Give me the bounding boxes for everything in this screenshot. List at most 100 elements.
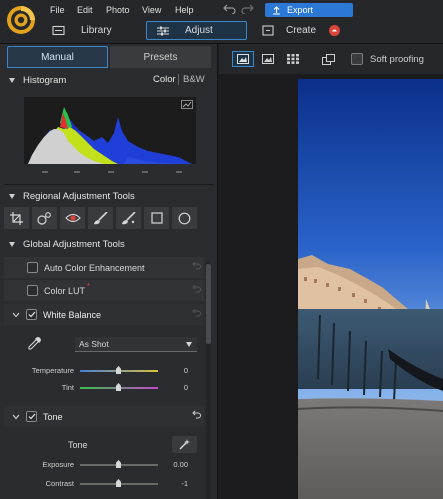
tint-label: Tint <box>61 383 74 392</box>
graduated-filter-icon[interactable] <box>144 207 169 229</box>
compare-view-button[interactable] <box>257 51 279 67</box>
photo-preview <box>298 79 443 499</box>
top-bar: File Edit Photo View Help Export Library… <box>0 0 443 44</box>
auto-tone-button[interactable] <box>172 436 197 453</box>
dropdown-arrow-icon <box>186 342 192 347</box>
menu-help[interactable]: Help <box>175 5 194 15</box>
grid-icon <box>287 54 299 64</box>
histogram-color-toggle[interactable]: Color <box>153 74 176 85</box>
eyedropper-icon[interactable] <box>28 337 41 350</box>
section-divider <box>4 184 214 185</box>
adjust-label: Adjust <box>185 25 213 36</box>
color-lut-label: Color LUT <box>44 285 86 296</box>
tab-manual[interactable]: Manual <box>7 46 108 68</box>
export-label: Export <box>287 5 314 15</box>
reset-icon[interactable] <box>192 284 201 293</box>
undo-icon[interactable] <box>223 4 236 14</box>
tone-checkbox[interactable] <box>26 411 37 422</box>
color-lut-row[interactable]: Color LUT * <box>4 280 204 301</box>
regional-tools-header[interactable]: Regional Adjustment Tools <box>0 186 215 206</box>
panel-scrollbar-thumb[interactable] <box>206 264 211 344</box>
adjustment-brush-icon[interactable] <box>88 207 113 229</box>
tint-value: 0 <box>183 383 188 392</box>
exposure-value: 0.00 <box>173 460 188 469</box>
tab-presets[interactable]: Presets <box>110 46 211 68</box>
export-button[interactable]: Export <box>265 3 353 17</box>
chevron-down-icon[interactable] <box>12 312 20 318</box>
rotate-icon <box>321 53 335 65</box>
checkmark-icon <box>28 311 35 318</box>
soft-proofing-checkbox[interactable] <box>351 53 363 65</box>
notification-icon[interactable] <box>329 25 340 36</box>
temperature-value: 0 <box>183 366 188 375</box>
auto-color-row[interactable]: Auto Color Enhancement <box>4 257 204 278</box>
create-label: Create <box>286 25 317 36</box>
exposure-slider-thumb[interactable] <box>116 460 121 468</box>
tone-sublabel: Tone <box>68 440 88 450</box>
contrast-slider-thumb[interactable] <box>116 479 121 487</box>
radial-filter-icon[interactable] <box>172 207 197 229</box>
create-icon <box>262 25 274 36</box>
menu-edit[interactable]: Edit <box>77 5 93 15</box>
histogram-chart <box>24 97 196 164</box>
white-balance-label: White Balance <box>43 309 102 320</box>
global-tools-title: Global Adjustment Tools <box>23 238 125 250</box>
tone-header[interactable]: Tone <box>4 406 204 427</box>
image-view-icon <box>262 54 274 64</box>
auto-color-label: Auto Color Enhancement <box>44 262 145 273</box>
soft-proofing-toggle[interactable]: Soft proofing <box>351 51 424 67</box>
white-balance-header[interactable]: White Balance <box>4 304 204 325</box>
tone-label: Tone <box>43 411 63 422</box>
single-view-button[interactable] <box>232 51 254 67</box>
global-tools-header[interactable]: Global Adjustment Tools <box>0 234 215 254</box>
reset-icon[interactable] <box>192 261 201 270</box>
auto-color-checkbox[interactable] <box>27 262 38 273</box>
collapse-triangle-icon <box>9 241 15 247</box>
menu-view[interactable]: View <box>142 5 161 15</box>
white-balance-checkbox[interactable] <box>26 309 37 320</box>
crop-icon[interactable] <box>4 207 29 229</box>
collapse-triangle-icon <box>9 193 15 199</box>
regional-tool-row <box>4 207 204 229</box>
histogram-markers <box>24 170 196 174</box>
histogram-title: Histogram <box>23 74 67 86</box>
color-lut-checkbox[interactable] <box>27 285 38 296</box>
app-logo <box>6 5 36 35</box>
library-icon <box>52 25 65 36</box>
histogram-bw-toggle[interactable]: B&W <box>183 74 205 85</box>
chevron-down-icon[interactable] <box>12 414 20 420</box>
reset-icon[interactable] <box>192 410 201 419</box>
rotate-view-button[interactable] <box>319 51 337 67</box>
white-balance-preset-value: As Shot <box>79 339 109 349</box>
soft-proofing-label: Soft proofing <box>370 53 424 65</box>
histogram-header[interactable]: Histogram Color B&W <box>0 70 215 90</box>
gradient-brush-icon[interactable] <box>116 207 141 229</box>
sliders-icon <box>157 26 169 36</box>
left-panel: Manual Presets Histogram Color B&W Regio… <box>0 44 218 499</box>
upload-icon <box>273 5 280 15</box>
temperature-label: Temperature <box>31 366 74 375</box>
histogram-settings-icon[interactable] <box>181 100 193 109</box>
image-canvas[interactable] <box>219 74 443 499</box>
reset-icon[interactable] <box>192 308 201 317</box>
checkmark-icon <box>28 413 35 420</box>
grid-view-button[interactable] <box>282 51 304 67</box>
menu-file[interactable]: File <box>50 5 65 15</box>
contrast-label: Contrast <box>45 479 74 488</box>
create-mode-button[interactable]: Create <box>262 21 316 40</box>
red-eye-icon[interactable] <box>60 207 85 229</box>
regional-tools-title: Regional Adjustment Tools <box>23 190 135 202</box>
color-lut-badge: * <box>87 282 91 291</box>
redo-icon[interactable] <box>241 4 254 14</box>
menu-photo[interactable]: Photo <box>106 5 130 15</box>
library-mode-button[interactable]: Library <box>52 21 112 40</box>
adjust-mode-button[interactable]: Adjust <box>146 21 247 40</box>
contrast-value: -1 <box>181 479 188 488</box>
single-view-icon <box>237 54 249 64</box>
magic-wand-icon <box>179 439 190 450</box>
white-balance-preset-select[interactable]: As Shot <box>75 337 197 352</box>
spot-removal-icon[interactable] <box>32 207 57 229</box>
view-toolbar: Soft proofing <box>219 44 443 74</box>
collapse-triangle-icon <box>9 77 15 83</box>
exposure-label: Exposure <box>42 460 74 469</box>
